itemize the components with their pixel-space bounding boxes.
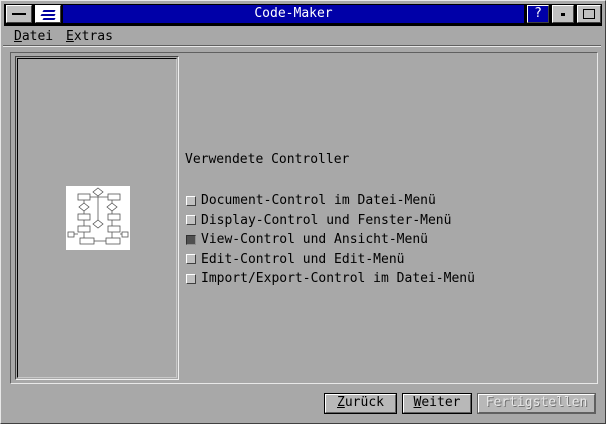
- next-button-label: eiter: [421, 395, 461, 410]
- maximize-icon: [583, 9, 595, 19]
- controller-label: View-Control und Ansicht-Menü: [201, 232, 428, 248]
- checkbox-icon[interactable]: [186, 195, 196, 206]
- controller-item-view[interactable]: View-Control und Ansicht-Menü: [186, 230, 475, 250]
- help-button[interactable]: ?: [527, 5, 549, 23]
- controllers-heading: Verwendete Controller: [185, 152, 350, 167]
- system-menu-icon: [12, 13, 26, 15]
- controller-item-edit[interactable]: Edit-Control und Edit-Menü: [186, 250, 475, 270]
- next-button[interactable]: Weiter: [402, 393, 472, 414]
- controller-item-display[interactable]: Display-Control und Fenster-Menü: [186, 211, 475, 231]
- window-title: Code-Maker: [63, 5, 524, 23]
- menu-extras-mnemonic: E: [66, 29, 74, 44]
- system-menu-button[interactable]: [6, 5, 32, 23]
- back-button-label: urück: [344, 395, 384, 410]
- menu-datei-label: atei: [21, 29, 54, 44]
- menu-extras[interactable]: Extras: [66, 28, 113, 45]
- maximize-button[interactable]: [577, 5, 601, 23]
- controller-label: Edit-Control und Edit-Menü: [201, 251, 405, 267]
- controller-item-import-export[interactable]: Import/Export-Control im Datei-Menü: [186, 269, 475, 289]
- back-button-mnemonic: Z: [337, 395, 345, 410]
- checkbox-checked-icon[interactable]: [186, 234, 196, 245]
- checkbox-icon[interactable]: [186, 273, 196, 284]
- controller-label: Import/Export-Control im Datei-Menü: [201, 271, 475, 287]
- menu-bar: Datei Extras: [4, 27, 602, 46]
- controller-item-document[interactable]: Document-Control im Datei-Menü: [186, 191, 475, 211]
- menu-datei[interactable]: Datei: [14, 28, 53, 45]
- title-bar: Code-Maker ?: [4, 4, 602, 26]
- minimize-button[interactable]: [552, 5, 574, 23]
- flowchart-image: [66, 186, 130, 250]
- controller-label: Display-Control und Fenster-Menü: [201, 212, 452, 228]
- finish-button-label: Fertigstellen: [485, 395, 588, 410]
- back-button[interactable]: Zurück: [324, 393, 397, 414]
- minimize-icon: [561, 13, 565, 16]
- menu-extras-label: xtras: [73, 29, 113, 44]
- controller-list: Document-Control im Datei-Menü Display-C…: [186, 191, 475, 289]
- checkbox-icon[interactable]: [186, 254, 196, 265]
- controller-label: Document-Control im Datei-Menü: [201, 193, 436, 209]
- finish-button[interactable]: Fertigstellen: [477, 393, 596, 414]
- app-icon[interactable]: [35, 5, 61, 23]
- checkbox-icon[interactable]: [186, 215, 196, 226]
- menu-separator: [3, 45, 601, 47]
- menu-datei-mnemonic: D: [14, 29, 22, 44]
